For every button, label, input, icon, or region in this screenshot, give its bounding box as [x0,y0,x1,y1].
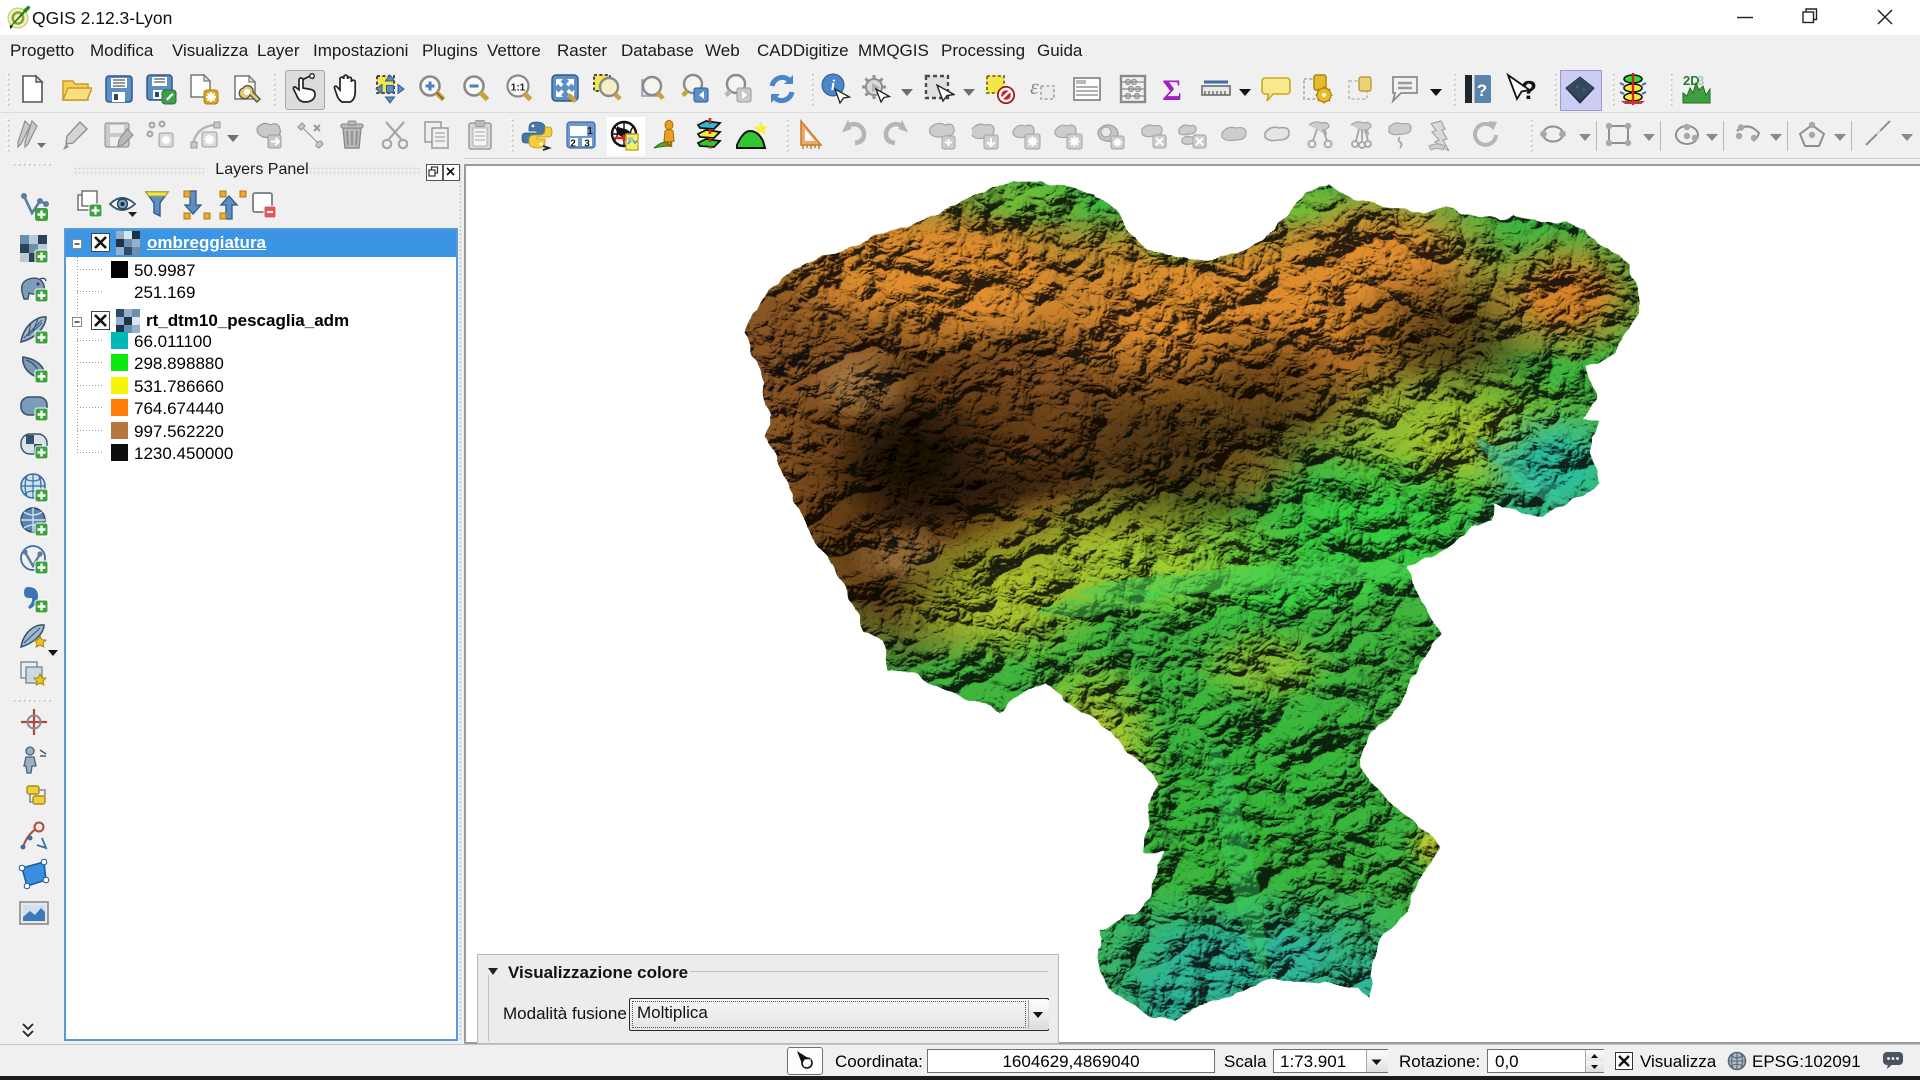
svg-text:2: 2 [570,139,576,150]
svg-text:1: 1 [587,126,593,137]
svg-text:?: ? [1521,75,1537,105]
svg-text:1:1: 1:1 [511,83,526,94]
svg-text:3: 3 [584,139,590,150]
svg-text:ε: ε [1030,74,1039,99]
svg-text:?: ? [1477,81,1487,100]
svg-text:Σ: Σ [1162,74,1182,105]
